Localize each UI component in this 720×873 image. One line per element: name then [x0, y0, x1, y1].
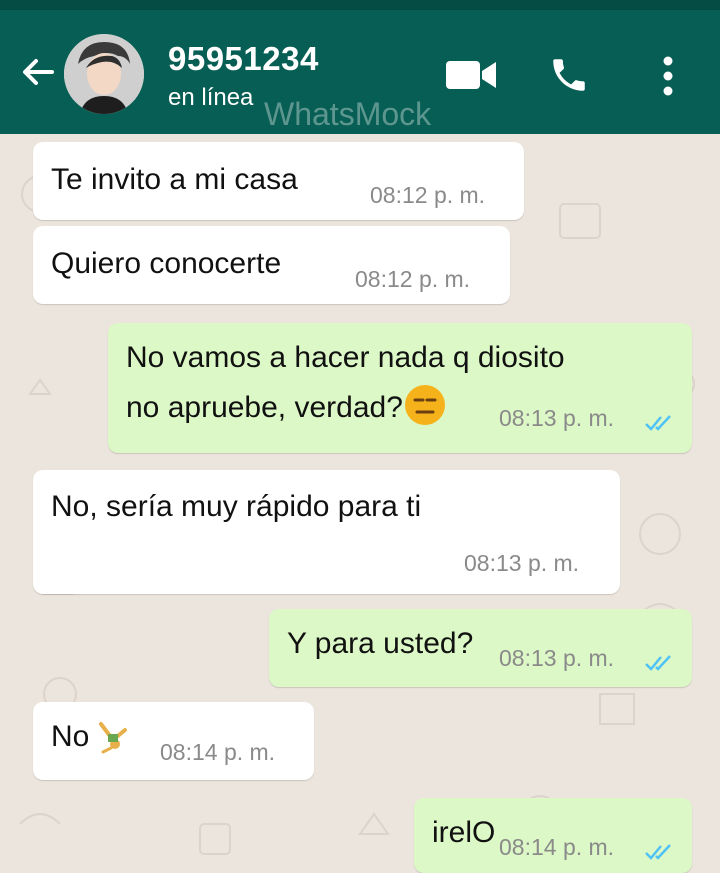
message-text: No, sería muy rápido para ti [51, 490, 422, 523]
message-text-line2-text: no apruebe, verdad? [126, 391, 403, 424]
double-check-icon [644, 836, 674, 860]
phone-icon[interactable] [548, 54, 590, 101]
message-time: 08:13 p. m. [499, 645, 615, 671]
message-text: Te invito a mi casa [51, 163, 298, 196]
watermark: WhatsMock [264, 96, 432, 132]
expressionless-face-emoji [404, 385, 445, 425]
message-text: Y para usted? [287, 627, 474, 660]
person-cartwheeling-emoji [95, 720, 131, 762]
message-bubble-incoming[interactable]: Te invito a mi casa 08:12 p. m. [33, 142, 524, 220]
message-text-content: No [51, 720, 90, 753]
message-text-line1: No vamos a hacer nada q diosito [126, 341, 565, 374]
arrow-left-icon[interactable] [18, 52, 58, 92]
message-time: 08:14 p. m. [499, 834, 615, 860]
double-check-icon [644, 407, 674, 431]
message-time: 08:12 p. m. [370, 182, 486, 208]
chat-area[interactable]: Te invito a mi casa 08:12 p. m. Quiero c… [0, 134, 720, 873]
message-text: No [51, 716, 89, 758]
contact-name[interactable]: 95951234 [168, 40, 319, 78]
chat-header: 95951234 en línea WhatsMock [0, 10, 720, 134]
message-text-line2: no apruebe, verdad? [126, 385, 445, 429]
message-bubble-outgoing[interactable]: No vamos a hacer nada q diosito no aprue… [108, 323, 692, 453]
video-camera-icon[interactable] [444, 58, 500, 97]
message-time: 08:14 p. m. [160, 739, 276, 765]
message-bubble-incoming[interactable]: No, sería muy rápido para ti 08:13 p. m. [33, 470, 620, 594]
double-check-icon [644, 647, 674, 671]
contact-status: en línea [168, 84, 254, 111]
avatar[interactable] [64, 34, 144, 114]
message-bubble-outgoing[interactable]: irelO 08:14 p. m. [414, 798, 692, 873]
status-bar [0, 0, 720, 10]
message-bubble-outgoing[interactable]: Y para usted? 08:13 p. m. [269, 609, 692, 687]
message-time: 08:13 p. m. [499, 405, 615, 431]
message-text: irelO [432, 816, 496, 849]
message-time: 08:13 p. m. [464, 550, 580, 576]
more-vertical-icon[interactable] [658, 54, 678, 103]
message-bubble-incoming[interactable]: No 08:14 p. m. [33, 702, 314, 780]
message-text: Quiero conocerte [51, 247, 282, 280]
message-bubble-incoming[interactable]: Quiero conocerte 08:12 p. m. [33, 226, 510, 304]
message-time: 08:12 p. m. [355, 266, 471, 292]
